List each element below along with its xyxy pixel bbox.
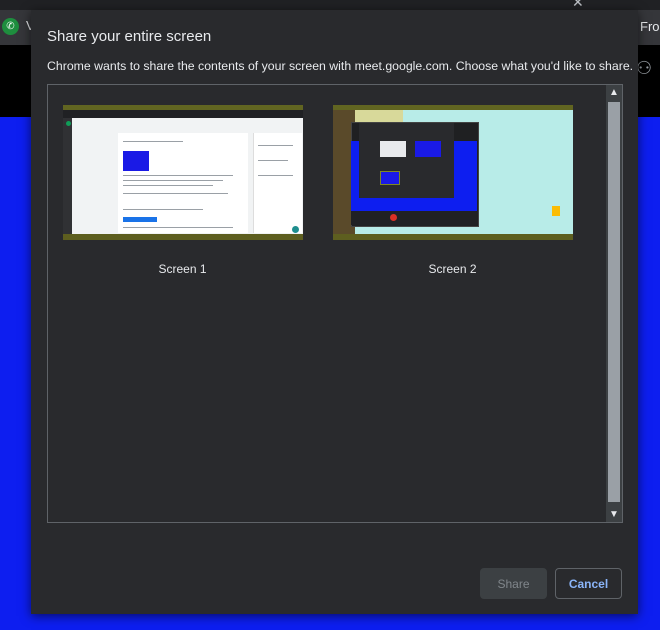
source-screen-2[interactable]: Screen 2 (331, 105, 574, 276)
screen-1-thumbnail[interactable] (62, 105, 303, 240)
background-right-text: Fro (640, 19, 660, 34)
people-icon[interactable]: ⚇ (636, 58, 652, 79)
scroll-thumb[interactable] (608, 102, 620, 502)
phone-icon: ✆ (2, 18, 19, 35)
screen-2-thumbnail[interactable] (332, 105, 573, 240)
screen-1-label: Screen 1 (158, 262, 207, 276)
source-picker: Screen 1 Screen 2 ▲ ▼ (47, 84, 623, 523)
screen-2-label: Screen 2 (428, 262, 477, 276)
dialog-description: Chrome wants to share the contents of yo… (47, 59, 634, 73)
browser-tab-strip (0, 0, 660, 10)
share-screen-dialog: Share your entire screen Chrome wants to… (31, 10, 638, 614)
share-button[interactable]: Share (480, 568, 547, 599)
picker-scrollbar[interactable]: ▲ ▼ (606, 85, 622, 522)
scroll-down-icon[interactable]: ▼ (606, 507, 622, 522)
source-screen-1[interactable]: Screen 1 (61, 105, 304, 276)
cancel-button[interactable]: Cancel (555, 568, 622, 599)
dialog-title: Share your entire screen (47, 28, 212, 45)
scroll-up-icon[interactable]: ▲ (606, 85, 622, 100)
